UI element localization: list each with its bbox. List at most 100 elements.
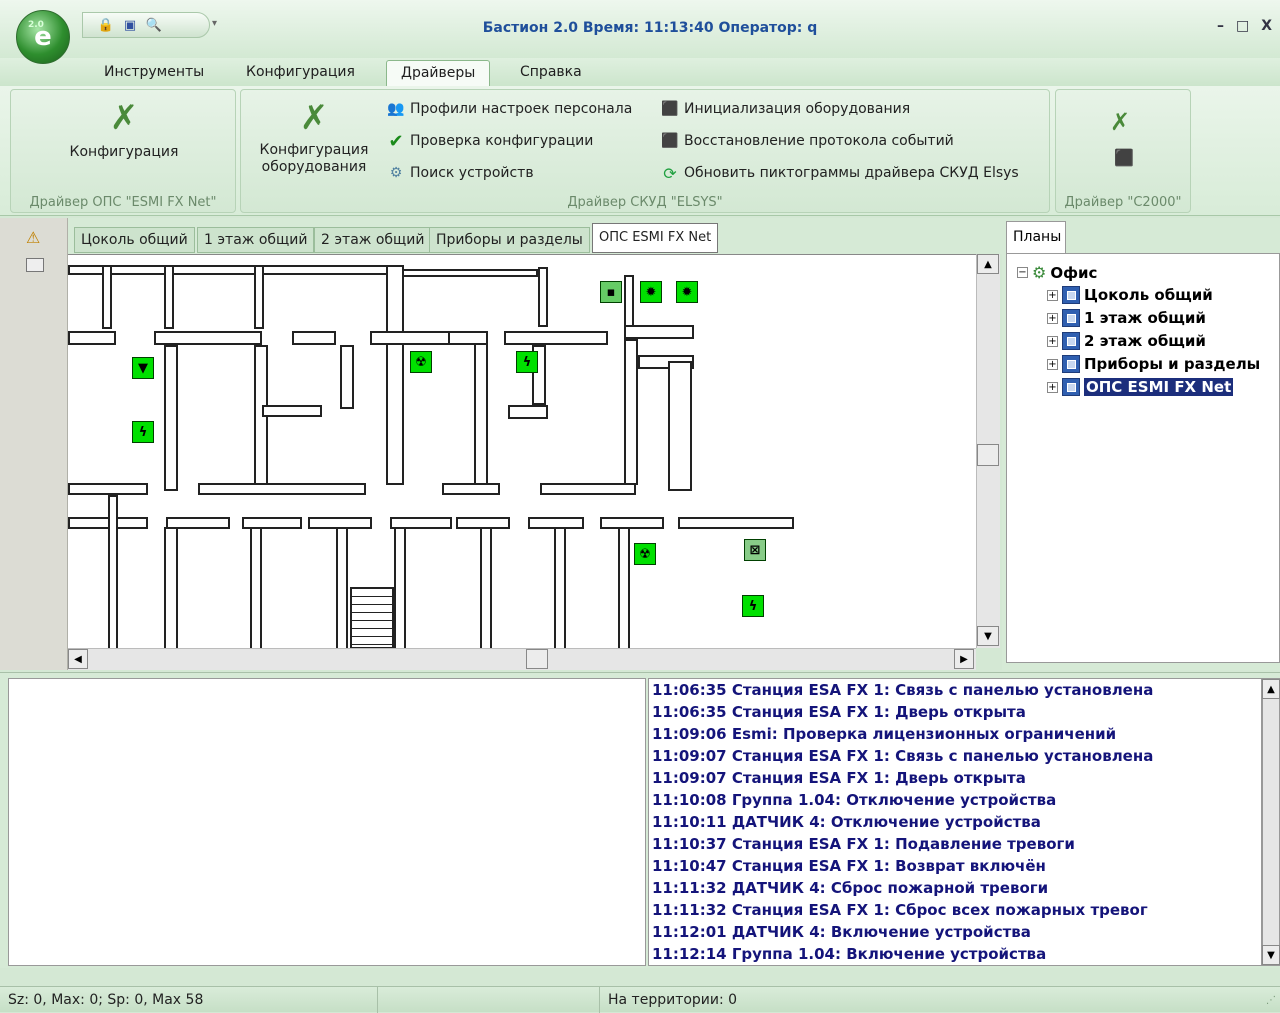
siren-icon[interactable]: ▼: [132, 357, 154, 379]
scroll-left-icon[interactable]: ◀: [68, 649, 88, 669]
ribbon: ✗ Конфигурация Драйвер ОПС "ESMI FX Net"…: [0, 86, 1280, 216]
expand-icon[interactable]: +: [1047, 312, 1058, 324]
tree-item[interactable]: +1 этаж общий: [1047, 309, 1206, 327]
plans-tree: − ⚙ Офис + Цоколь общий +1 этаж общий +2 …: [1006, 253, 1280, 663]
heat-detector-icon[interactable]: ☢: [634, 543, 656, 565]
expand-icon[interactable]: +: [1047, 335, 1058, 347]
tab-plan-devices[interactable]: Приборы и разделы: [429, 227, 590, 253]
scroll-up-icon[interactable]: ▲: [977, 254, 999, 274]
plan-icon: [1062, 355, 1080, 373]
staff-profiles-button[interactable]: 👥 Профили настроек персонала: [387, 100, 632, 118]
wall: [480, 527, 492, 648]
scroll-up-icon[interactable]: ▲: [1262, 679, 1280, 699]
wall: [102, 265, 112, 329]
tree-item[interactable]: + Цоколь общий: [1047, 286, 1213, 304]
log-entry: 11:11:32 Станция ESA FX 1: Сброс всех по…: [652, 901, 1148, 919]
wall: [504, 331, 608, 345]
plan-icon: [1062, 378, 1080, 396]
scroll-down-icon[interactable]: ▼: [977, 626, 999, 646]
manual-call-point-icon[interactable]: ϟ: [132, 421, 154, 443]
plan-icon: [1062, 309, 1080, 327]
wall: [442, 483, 500, 495]
tree-item[interactable]: + Приборы и разделы: [1047, 355, 1260, 373]
tree-root[interactable]: − ⚙ Офис: [1017, 263, 1097, 282]
check-config-button[interactable]: ✔ Проверка конфигурации: [387, 131, 593, 152]
device-arrow-icon: ⬛: [661, 101, 679, 117]
wall: [678, 517, 794, 529]
tab-configuration[interactable]: Конфигурация: [232, 60, 369, 86]
tab-drivers[interactable]: Драйверы: [386, 60, 491, 86]
heat-detector-icon[interactable]: ☢: [410, 351, 432, 373]
app-menu-orb-button[interactable]: 2.0 e: [16, 10, 70, 64]
wall: [402, 269, 538, 277]
expand-icon[interactable]: +: [1047, 381, 1058, 393]
restore-log-button[interactable]: ⬛ Восстановление протокола событий: [661, 132, 954, 150]
gears-icon: ⚙: [1032, 263, 1047, 282]
status-bar: Sz: 0, Max: 0; Sp: 0, Max 58 На территор…: [0, 986, 1280, 1013]
esmi-config-button[interactable]: ✗ Конфигурация: [11, 98, 237, 160]
wall: [68, 331, 116, 345]
refresh-icons-button[interactable]: ⟳ Обновить пиктограммы драйвера СКУД Elsy…: [661, 164, 1018, 183]
tab-plan-esmi[interactable]: ОПС ESMI FX Net: [592, 223, 719, 253]
tab-tools[interactable]: Инструменты: [90, 60, 218, 86]
wall: [198, 483, 366, 495]
find-devices-button[interactable]: ⚙ Поиск устройств: [387, 164, 534, 182]
ribbon-group-label: Драйвер "С2000": [1064, 195, 1182, 210]
smoke-detector-icon[interactable]: ✹: [676, 281, 698, 303]
wall: [254, 265, 264, 329]
close-button[interactable]: X: [1261, 18, 1272, 34]
manual-call-point-icon[interactable]: ϟ: [516, 351, 538, 373]
collapse-icon[interactable]: −: [1017, 267, 1028, 278]
minimize-button[interactable]: –: [1217, 18, 1224, 34]
wall: [68, 265, 402, 275]
tab-plan-floor1[interactable]: 1 этаж общий: [197, 227, 315, 253]
maximize-button[interactable]: □: [1236, 18, 1249, 34]
wall: [624, 339, 638, 485]
panel-device-icon[interactable]: ▪: [600, 281, 622, 303]
scroll-thumb[interactable]: [977, 444, 999, 466]
tab-plans[interactable]: Планы: [1006, 221, 1066, 253]
tab-plan-floor2[interactable]: 2 этаж общий: [314, 227, 432, 253]
network-warning-icon[interactable]: ⚠: [26, 228, 40, 247]
smoke-detector-icon[interactable]: ✹: [640, 281, 662, 303]
expand-icon[interactable]: +: [1047, 289, 1058, 301]
device-arrow-icon[interactable]: ⬛: [1114, 148, 1134, 167]
plan-vertical-scrollbar[interactable]: ▲ ▼: [976, 254, 1000, 648]
disabled-device-icon[interactable]: ⊠: [744, 539, 766, 561]
hardware-config-button[interactable]: ✗ Конфигурация оборудования: [249, 98, 379, 176]
wall: [668, 361, 692, 491]
tools-icon: ✗: [109, 98, 139, 138]
stairs: [350, 587, 394, 648]
folder-icon[interactable]: [26, 258, 44, 272]
init-hardware-button[interactable]: ⬛ Инициализация оборудования: [661, 100, 910, 118]
plan-horizontal-scrollbar[interactable]: ◀ ▶: [68, 648, 976, 670]
manual-call-point-icon[interactable]: ϟ: [742, 595, 764, 617]
wall: [164, 345, 178, 491]
wall: [164, 265, 174, 329]
wall: [386, 265, 404, 485]
expand-icon[interactable]: +: [1047, 358, 1058, 370]
status-middle: [378, 987, 600, 1013]
wall: [164, 527, 178, 648]
wall: [508, 405, 548, 419]
wall: [554, 527, 566, 648]
tab-help[interactable]: Справка: [506, 60, 596, 86]
info-pane: [8, 678, 646, 966]
scroll-down-icon[interactable]: ▼: [1262, 945, 1280, 965]
resize-grip-icon[interactable]: ⋰: [1266, 995, 1276, 1006]
log-scrollbar[interactable]: ▲ ▼: [1262, 678, 1280, 966]
tree-item-selected[interactable]: + ОПС ESMI FX Net: [1047, 378, 1234, 396]
ribbon-group-elsys: ✗ Конфигурация оборудования 👥 Профили нас…: [240, 89, 1050, 213]
device-arrow-icon: ⬛: [661, 133, 679, 149]
wall: [154, 331, 262, 345]
tools-icon[interactable]: ✗: [1110, 108, 1130, 136]
floor-plan-canvas[interactable]: ▪ ✹ ✹ ▼ ☢ ϟ ϟ ☢ ⊠ ϟ: [68, 254, 976, 648]
event-log[interactable]: 11:06:35 Станция ESA FX 1: Связь с панел…: [648, 678, 1262, 966]
scroll-thumb[interactable]: [526, 649, 548, 669]
tree-item[interactable]: +2 этаж общий: [1047, 332, 1206, 350]
log-entry: 11:10:37 Станция ESA FX 1: Подавление тр…: [652, 835, 1075, 853]
tab-plan-basement[interactable]: Цоколь общий: [74, 227, 195, 253]
scroll-right-icon[interactable]: ▶: [954, 649, 974, 669]
log-entry: 11:06:35 Станция ESA FX 1: Дверь открыта: [652, 703, 1026, 721]
status-counters: Sz: 0, Max: 0; Sp: 0, Max 58: [0, 987, 378, 1013]
